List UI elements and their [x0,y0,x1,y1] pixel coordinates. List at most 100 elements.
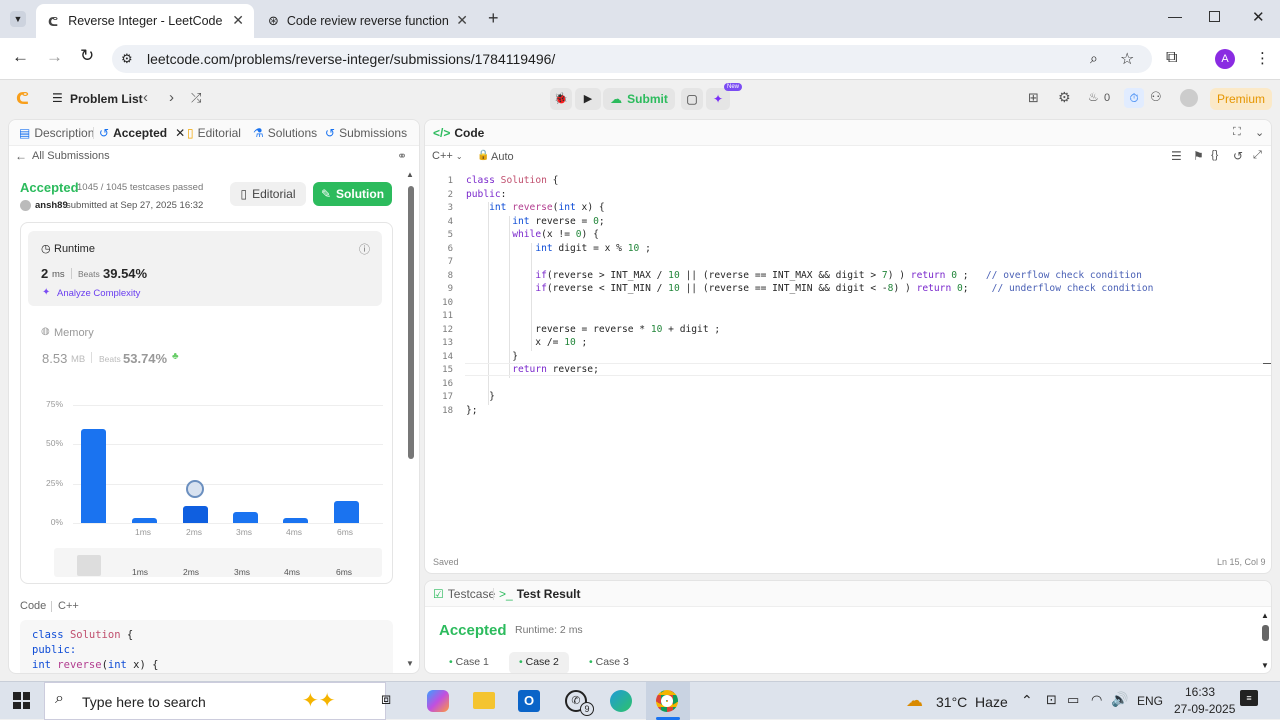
code-line[interactable]: }; [466,405,478,419]
reload-icon[interactable]: ↻ [80,46,94,66]
ai-sparkle-icon[interactable]: ✦ [706,88,730,110]
close-tab-icon[interactable]: ✕ [456,12,468,29]
clock-time[interactable]: 16:33 [1185,685,1215,699]
code-line[interactable]: public: [466,189,506,203]
code-line[interactable]: class Solution { [466,175,558,189]
reset-icon[interactable]: ↺ [1233,149,1243,163]
code-line[interactable]: int reverse = 0; [466,216,604,230]
editorial-button[interactable]: ▯ Editorial [230,182,306,206]
leetcode-logo-icon[interactable]: ᕦ [16,89,29,109]
input-language[interactable]: ENG [1137,694,1163,708]
premium-button[interactable]: Premium [1210,88,1272,110]
case-2-tab[interactable]: • Case 2 [509,652,569,673]
tab-testcase[interactable]: ☑ Testcase [433,587,495,601]
auto-mode[interactable]: Auto [491,151,514,163]
left-scrollbar-thumb[interactable] [408,186,414,459]
url-text[interactable]: leetcode.com/problems/reverse-integer/su… [147,51,555,67]
runtime-bar[interactable] [334,500,359,523]
share-icon[interactable]: ⚭ [397,149,407,163]
meet-icon[interactable]: ⊡ [1046,692,1057,708]
close-tab-icon[interactable]: ✕ [175,126,185,140]
file-explorer-icon[interactable] [473,692,495,709]
user-avatar[interactable] [1180,89,1198,107]
forward-icon[interactable]: → [46,47,63,67]
tab-code-review[interactable]: ⊛ Code review reverse function ✕ [258,4,478,38]
code-line[interactable]: int digit = x % 10 ; [466,243,651,257]
submit-button[interactable]: ☁ Submit [603,88,675,110]
weather-icon[interactable]: ☁ [906,691,923,711]
runtime-bar[interactable] [183,505,208,523]
shuffle-icon[interactable]: ⤮ [191,90,201,106]
outlook-icon[interactable]: O [518,690,540,712]
show-hidden-icons[interactable]: ⌃ [1021,692,1033,709]
runtime-bar[interactable] [233,511,258,523]
result-scrollbar-thumb[interactable] [1262,625,1269,641]
volume-icon[interactable]: 🔊 [1111,691,1128,708]
invite-user-icon[interactable]: ⚇ [1150,89,1162,105]
code-line[interactable]: reverse = reverse * 10 + digit ; [466,324,720,338]
code-line[interactable]: } [466,391,495,405]
minimize-icon[interactable]: — [1168,8,1182,24]
runtime-bar[interactable] [283,518,308,523]
language-select[interactable]: C++ ⌄ [432,150,463,162]
range-handle[interactable] [77,555,101,576]
restore-icon[interactable] [1209,11,1220,22]
code-tab[interactable]: </> Code [433,126,484,140]
tab-submissions[interactable]: ↺ Submissions [325,126,407,140]
code-line[interactable]: } [466,351,518,365]
streak-fire-icon[interactable]: ♨ [1088,90,1099,104]
profile-avatar[interactable]: A [1215,49,1235,69]
new-tab-icon[interactable]: + [488,8,499,29]
username[interactable]: ansh89 [35,200,68,211]
tab-editorial[interactable]: ▯ Editorial [187,126,241,140]
runtime-bar[interactable] [81,428,106,523]
user-position-marker[interactable] [186,480,204,498]
tab-search-icon[interactable]: ▼ [10,11,26,27]
next-problem-icon[interactable]: › [169,89,174,106]
maximize-icon[interactable]: ⛶ [1233,126,1241,139]
search-placeholder[interactable]: Type here to search [82,694,206,710]
tab-solutions[interactable]: ⚗ Solutions [253,126,317,140]
info-icon[interactable]: ⓘ [359,241,370,257]
code-line[interactable]: while(x != 0) { [466,229,599,243]
chart-range-selector[interactable] [54,548,382,577]
code-line[interactable]: x /= 10 ; [466,337,587,351]
wifi-icon[interactable]: ◠ [1091,692,1102,708]
analyze-complexity-link[interactable]: Analyze Complexity [57,288,140,299]
result-scroll-down-icon[interactable]: ▼ [1261,661,1269,670]
browser-menu-icon[interactable]: ⋮ [1255,49,1270,67]
site-info-icon[interactable]: ⚙ [121,51,133,67]
runtime-bar[interactable] [132,518,157,523]
tab-accepted[interactable]: ↺ Accepted ✕ [99,126,185,140]
braces-icon[interactable]: {} [1211,149,1218,161]
code-line[interactable]: if(reverse < INT_MIN / 10 || (reverse ==… [466,283,1153,297]
back-icon[interactable]: ← [12,47,29,67]
solution-button[interactable]: ✎ Solution [313,182,392,206]
format-icon[interactable]: ☰ [1171,149,1182,163]
layout-icon[interactable]: ⊞ [1028,90,1039,106]
code-line[interactable]: int reverse(int x) { [466,202,605,216]
left-scroll-up-icon[interactable]: ▲ [406,170,414,179]
code-line[interactable]: if(reverse > INT_MAX / 10 || (reverse ==… [466,270,1142,284]
run-button[interactable]: ▶ [575,88,601,110]
chrome-icon[interactable] [656,690,678,712]
extensions-icon[interactable]: ⧉ [1166,49,1177,67]
notification-icon[interactable]: ≡ [1240,690,1258,706]
settings-gear-icon[interactable]: ⚙ [1058,89,1071,106]
bookmark-star-icon[interactable]: ☆ [1120,49,1134,69]
bookmark-icon[interactable]: ⚑ [1193,149,1204,163]
fullscreen-icon[interactable]: ⤢ [1253,149,1262,162]
case-1-tab[interactable]: • Case 1 [449,656,489,668]
tab-reverse-integer[interactable]: ᕦ Reverse Integer - LeetCode ✕ [36,4,254,38]
task-view-icon[interactable]: ⧈ [381,691,391,709]
editor-scroll-marker[interactable] [1263,363,1271,364]
timer-icon[interactable]: ⏱ [1124,88,1144,108]
copilot-icon[interactable] [427,690,449,712]
windows-start-icon[interactable] [13,692,30,709]
collapse-icon[interactable]: ⌄ [1255,126,1264,139]
zoom-icon[interactable]: ⌕ [1090,50,1098,67]
clock-date[interactable]: 27-09-2025 [1174,702,1235,716]
result-scroll-up-icon[interactable]: ▲ [1261,611,1269,620]
notes-icon[interactable]: ▢ [681,88,703,110]
all-submissions-link[interactable]: All Submissions [32,150,110,162]
